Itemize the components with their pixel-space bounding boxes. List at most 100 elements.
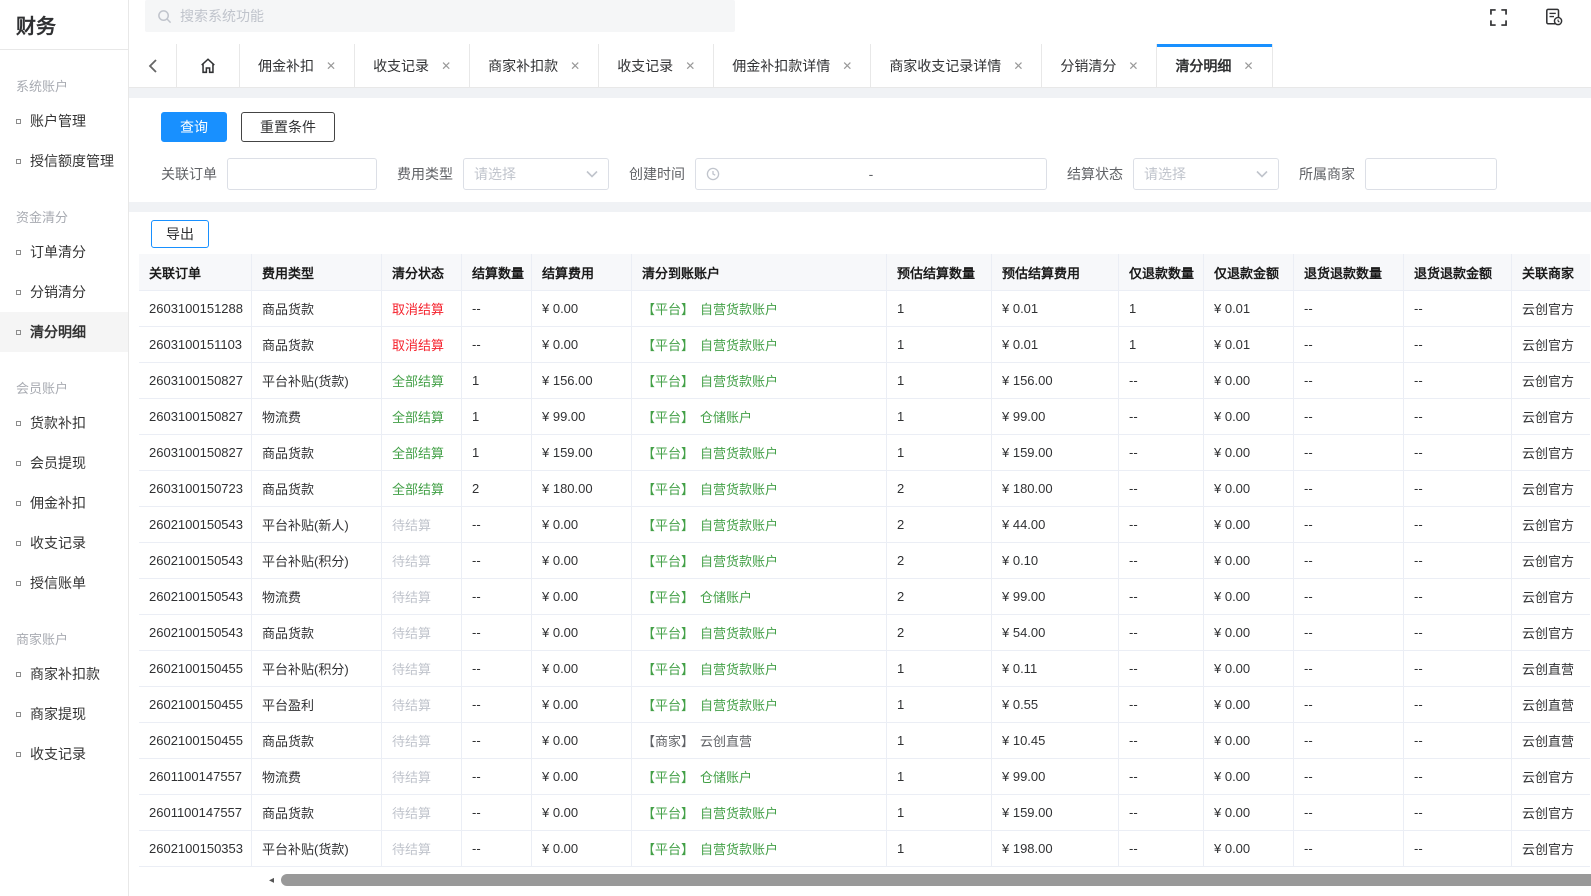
table-cell-merchant: 云创直营 — [1512, 651, 1590, 686]
table-row: 2602100150455平台盈利待结算--¥ 0.00【平台】自营货款账户1¥… — [139, 687, 1590, 723]
sidebar-item[interactable]: 授信额度管理 — [0, 141, 128, 181]
filter-text-input[interactable] — [1365, 158, 1497, 190]
sidebar-item[interactable]: 清分明细 — [0, 312, 128, 352]
table-cell-return-qty: -- — [1294, 759, 1404, 794]
fullscreen-icon[interactable] — [1490, 9, 1507, 26]
sidebar-item[interactable]: 分销清分 — [0, 272, 128, 312]
filter-field: 创建时间- — [629, 158, 1047, 190]
tab-close-icon[interactable]: ✕ — [441, 59, 451, 73]
table-cell-fee: 平台补贴(货款) — [252, 363, 382, 398]
table-cell-est-amt: ¥ 99.00 — [992, 759, 1119, 794]
table-cell-qty: 2 — [462, 471, 532, 506]
table-header-cell: 关联商家 — [1512, 254, 1590, 290]
table-cell-return-amt: -- — [1404, 795, 1512, 830]
sidebar-item[interactable]: 佣金补扣 — [0, 483, 128, 523]
table-cell-est-qty: 2 — [887, 543, 992, 578]
tab-item[interactable]: 佣金补扣款详情✕ — [714, 44, 871, 87]
scrollbar-thumb[interactable] — [281, 874, 1591, 886]
tab-close-icon[interactable]: ✕ — [1243, 59, 1253, 73]
table-cell-merchant: 云创官方 — [1512, 471, 1590, 506]
table-cell-order: 2601100147557 — [139, 795, 252, 830]
query-button[interactable]: 查询 — [161, 112, 227, 142]
search-input[interactable]: 搜索系统功能 — [145, 0, 735, 32]
table-cell-return-amt: -- — [1404, 291, 1512, 326]
table-cell-account: 【平台】自营货款账户 — [632, 471, 887, 506]
table-cell-est-amt: ¥ 0.01 — [992, 291, 1119, 326]
tab-item[interactable]: 收支记录✕ — [355, 44, 470, 87]
export-button[interactable]: 导出 — [151, 220, 209, 248]
select-placeholder: 请选择 — [1144, 164, 1186, 184]
table-header-cell: 关联订单 — [139, 254, 252, 290]
tab-close-icon[interactable]: ✕ — [1013, 59, 1023, 73]
table-cell-return-amt: -- — [1404, 687, 1512, 722]
sidebar: 财务 系统账户账户管理授信额度管理资金清分订单清分分销清分清分明细会员账户货款补… — [0, 0, 129, 896]
tabbar: 佣金补扣✕收支记录✕商家补扣款✕收支记录✕佣金补扣款详情✕商家收支记录详情✕分销… — [129, 44, 1591, 88]
sidebar-item[interactable]: 货款补扣 — [0, 403, 128, 443]
table-cell-qty: -- — [462, 543, 532, 578]
tab-close-icon[interactable]: ✕ — [326, 59, 336, 73]
table-cell-merchant: 云创官方 — [1512, 579, 1590, 614]
tab-item[interactable]: 佣金补扣✕ — [240, 44, 355, 87]
sidebar-item[interactable]: 商家提现 — [0, 694, 128, 734]
filter-select[interactable]: 请选择 — [1133, 158, 1279, 190]
table-cell-merchant: 云创官方 — [1512, 327, 1590, 362]
table-cell-est-amt: ¥ 0.55 — [992, 687, 1119, 722]
table-cell-refund-qty: -- — [1119, 723, 1204, 758]
sidebar-item[interactable]: 商家补扣款 — [0, 654, 128, 694]
sidebar-item[interactable]: 收支记录 — [0, 734, 128, 774]
status-badge: 取消结算 — [382, 291, 462, 326]
table-cell-refund-qty: -- — [1119, 543, 1204, 578]
filter-daterange-input[interactable]: - — [695, 158, 1047, 190]
table-cell-qty: 1 — [462, 363, 532, 398]
tab-close-icon[interactable]: ✕ — [685, 59, 695, 73]
tab-item[interactable]: 商家收支记录详情✕ — [871, 44, 1042, 87]
tab-close-icon[interactable]: ✕ — [570, 59, 580, 73]
reset-button[interactable]: 重置条件 — [241, 112, 335, 142]
square-bullet-icon — [16, 752, 21, 757]
sidebar-item-label: 货款补扣 — [30, 413, 86, 433]
scrollbar-left-arrow-icon[interactable]: ◂ — [269, 875, 281, 886]
table-cell-fee: 商品货款 — [252, 471, 382, 506]
bill-log-icon[interactable] — [1545, 8, 1563, 26]
table-cell-est-amt: ¥ 0.11 — [992, 651, 1119, 686]
tab-home[interactable] — [177, 44, 240, 87]
sidebar-item[interactable]: 收支记录 — [0, 523, 128, 563]
table-cell-est-amt: ¥ 180.00 — [992, 471, 1119, 506]
table-header-cell: 预估结算费用 — [992, 254, 1119, 290]
table-cell-est-amt: ¥ 198.00 — [992, 831, 1119, 866]
table-cell-fee-amt: ¥ 0.00 — [532, 615, 632, 650]
tab-item[interactable]: 商家补扣款✕ — [470, 44, 599, 87]
table-cell-fee: 商品货款 — [252, 723, 382, 758]
sidebar-item-label: 会员提现 — [30, 453, 86, 473]
table-cell-fee-amt: ¥ 99.00 — [532, 399, 632, 434]
table-cell-fee-amt: ¥ 0.00 — [532, 831, 632, 866]
sidebar-item[interactable]: 订单清分 — [0, 232, 128, 272]
tab-item[interactable]: 收支记录✕ — [599, 44, 714, 87]
sidebar-item[interactable]: 授信账单 — [0, 563, 128, 603]
filter-field: 结算状态请选择 — [1067, 158, 1279, 190]
chevron-down-icon — [1256, 165, 1268, 183]
filter-select[interactable]: 请选择 — [463, 158, 609, 190]
tab-close-icon[interactable]: ✕ — [842, 59, 852, 73]
filter-text-input[interactable] — [227, 158, 377, 190]
sidebar-item[interactable]: 会员提现 — [0, 443, 128, 483]
tab-item[interactable]: 清分明细✕ — [1157, 44, 1272, 87]
table-cell-merchant: 云创官方 — [1512, 291, 1590, 326]
status-badge: 取消结算 — [382, 327, 462, 362]
table-cell-refund-qty: -- — [1119, 363, 1204, 398]
square-bullet-icon — [16, 421, 21, 426]
table-container: 关联订单费用类型清分状态结算数量结算费用清分到账账户预估结算数量预估结算费用仅退… — [139, 254, 1590, 867]
tab-item[interactable]: 分销清分✕ — [1042, 44, 1157, 87]
table-cell-refund-qty: -- — [1119, 615, 1204, 650]
tab-scroll-left-button[interactable] — [129, 44, 177, 87]
divider-strip — [129, 88, 1591, 98]
select-placeholder: 请选择 — [474, 164, 516, 184]
filter-label: 创建时间 — [629, 164, 685, 184]
tab-close-icon[interactable]: ✕ — [1128, 59, 1138, 73]
table-cell-order: 2602100150455 — [139, 687, 252, 722]
table-cell-qty: -- — [462, 327, 532, 362]
table-cell-refund-qty: -- — [1119, 471, 1204, 506]
sidebar-item[interactable]: 账户管理 — [0, 101, 128, 141]
table-cell-order: 2602100150543 — [139, 543, 252, 578]
horizontal-scrollbar[interactable]: ◂ — [269, 873, 1591, 887]
